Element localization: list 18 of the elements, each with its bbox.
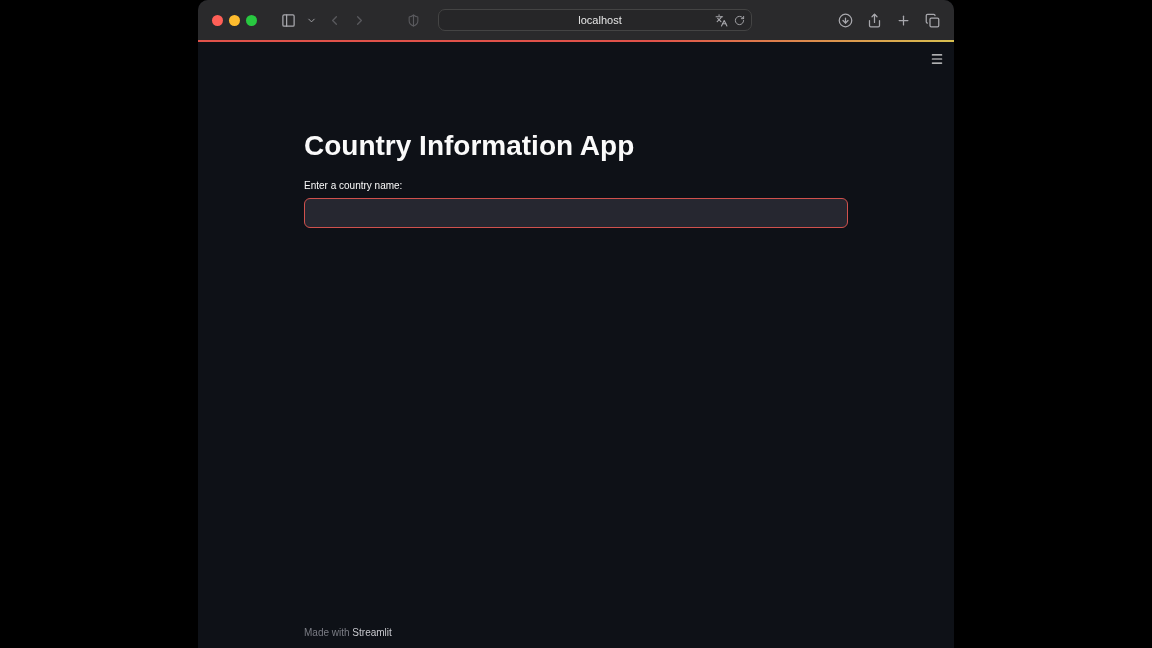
plus-icon[interactable]: [896, 12, 911, 28]
input-field[interactable]: [304, 198, 848, 228]
tabs-icon[interactable]: [925, 12, 940, 28]
menu-icon[interactable]: [930, 52, 944, 66]
download-icon[interactable]: [838, 12, 853, 28]
address-text: localhost: [577, 14, 623, 26]
footer-link[interactable]: Streamlit: [352, 627, 392, 638]
footer-text: Made with Streamlit: [304, 627, 393, 638]
translate-icon[interactable]: [715, 13, 728, 27]
reload-icon[interactable]: [734, 14, 745, 26]
share-icon[interactable]: [867, 12, 882, 28]
address-bar[interactable]: localhost: [438, 9, 752, 31]
page-title: Country Information App: [304, 130, 636, 162]
sidebar-icon[interactable]: [281, 12, 296, 28]
close-button[interactable]: [212, 14, 223, 26]
input-label: Enter a country name:: [304, 180, 404, 191]
minimize-button[interactable]: [229, 14, 240, 26]
maximize-button[interactable]: [246, 14, 257, 26]
